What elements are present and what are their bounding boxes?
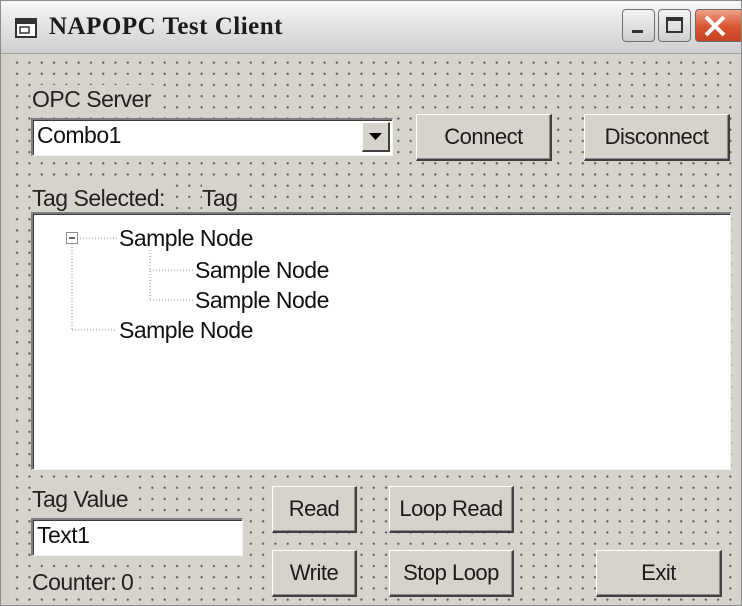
minus-box-icon[interactable] — [66, 232, 78, 244]
read-button[interactable]: Read — [272, 486, 357, 533]
window-title: NAPOPC Test Client — [49, 13, 283, 40]
opc-server-combo-value: Combo1 — [37, 122, 121, 148]
chevron-down-icon — [369, 133, 382, 140]
maximize-button[interactable] — [658, 9, 691, 42]
close-icon — [704, 15, 726, 37]
loop-read-button[interactable]: Loop Read — [389, 486, 514, 533]
opc-server-label: OPC Server — [32, 85, 155, 113]
close-button[interactable] — [695, 9, 741, 42]
tag-value-input[interactable]: Text1 — [31, 518, 243, 556]
tag-value-text: Text1 — [37, 522, 90, 548]
tree-node-root[interactable]: Sample Node — [119, 224, 253, 252]
maximize-icon — [666, 17, 683, 33]
application-window: NAPOPC Test Client OPC Server Combo1 Con… — [0, 0, 742, 606]
minimize-button[interactable] — [622, 9, 655, 42]
tree-node-child-2[interactable]: Sample Node — [195, 286, 329, 314]
connect-button[interactable]: Connect — [416, 114, 552, 161]
tag-selected-value: Tag — [202, 184, 242, 212]
opc-server-combo[interactable]: Combo1 — [31, 118, 393, 156]
counter-value: 0 — [121, 568, 138, 596]
counter-label: Counter: — [32, 568, 121, 596]
tag-value-label: Tag Value — [32, 485, 133, 513]
disconnect-button[interactable]: Disconnect — [584, 114, 730, 161]
exit-button[interactable]: Exit — [596, 550, 722, 597]
tag-tree-view[interactable]: Sample Node Sample Node Sample Node Samp… — [31, 212, 731, 470]
tree-node-sibling[interactable]: Sample Node — [119, 316, 253, 344]
title-bar[interactable]: NAPOPC Test Client — [1, 1, 741, 54]
app-window-icon — [15, 18, 37, 38]
form-client-area: OPC Server Combo1 Connect Disconnect Tag… — [9, 54, 741, 605]
tree-node-child-1[interactable]: Sample Node — [195, 256, 329, 284]
stop-loop-button[interactable]: Stop Loop — [389, 550, 514, 597]
minimize-icon — [632, 30, 643, 33]
write-button[interactable]: Write — [272, 550, 357, 597]
dropdown-button[interactable] — [362, 122, 390, 152]
tag-selected-label: Tag Selected: — [32, 184, 169, 212]
